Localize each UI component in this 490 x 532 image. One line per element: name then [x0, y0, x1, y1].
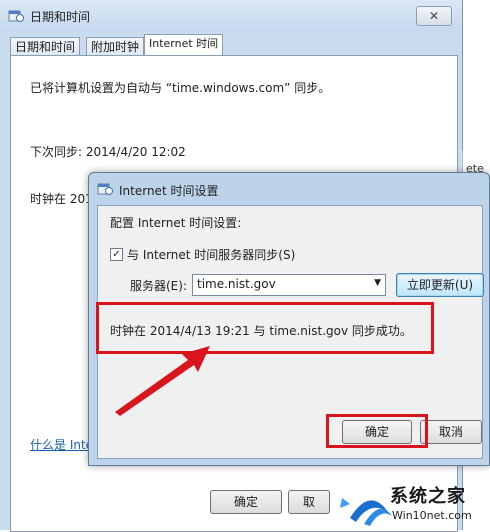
watermark-url: Win10net.com [392, 509, 472, 522]
watermark-brand: 系统之家 [390, 486, 466, 507]
sync-message: 已将计算机设置为自动与 “time.windows.com” 同步。 [30, 81, 331, 95]
server-label: 服务器(E): [130, 279, 187, 293]
checkmark-icon: ✓ [112, 249, 121, 260]
cancel-button[interactable]: 取消 [420, 420, 482, 444]
clock-status-partial: 时钟在 201 [30, 192, 93, 206]
tab-internet-time[interactable]: Internet 时间 [144, 34, 224, 57]
config-label: 配置 Internet 时间设置: [110, 216, 242, 230]
sync-checkbox[interactable]: ✓ [110, 248, 123, 261]
clock-calendar-icon [97, 183, 113, 195]
tab-additional-clocks[interactable]: 附加时钟 [86, 37, 145, 56]
what-is-internet-time-link[interactable]: 什么是 Inte [30, 436, 93, 453]
window-title: 日期和时间 [30, 10, 91, 24]
dialog-title: Internet 时间设置 [119, 184, 219, 198]
update-now-button[interactable]: 立即更新(U) [396, 273, 484, 297]
next-sync-text: 下次同步: 2014/4/20 12:02 [30, 145, 186, 159]
annotation-arrow-icon [115, 346, 210, 416]
window-titlebar: 日期和时间 ✕ [0, 0, 462, 32]
close-icon: ✕ [428, 9, 440, 23]
sync-checkbox-label: 与 Internet 时间服务器同步(S) [127, 248, 296, 262]
cancel-button-bg[interactable]: 取 [288, 490, 330, 514]
tab-date-time[interactable]: 日期和时间 [10, 37, 81, 56]
ok-button-bg[interactable]: 确定 [210, 490, 282, 514]
clock-calendar-icon [8, 10, 24, 22]
ok-highlight-box [326, 414, 428, 448]
dropdown-arrow-icon[interactable]: ▼ [374, 278, 381, 288]
server-combobox[interactable]: time.nist.gov ▼ [192, 274, 386, 296]
dialog-titlebar: Internet 时间设置 [89, 173, 489, 205]
close-button[interactable]: ✕ [416, 6, 452, 26]
server-value: time.nist.gov [197, 277, 276, 291]
